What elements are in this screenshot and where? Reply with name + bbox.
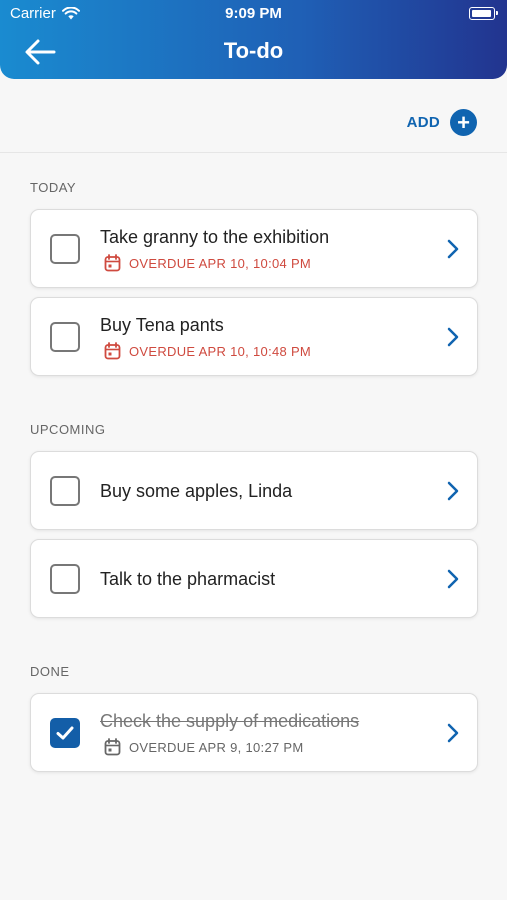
section-title-done: DONE <box>30 664 70 679</box>
task-card[interactable]: Buy Tena pants OVERDUE APR 10, 10:48 PM <box>30 297 478 376</box>
add-button[interactable]: ADD + <box>407 109 477 136</box>
task-title: Check the supply of medications <box>100 711 360 731</box>
task-title: Buy Tena pants <box>100 315 224 335</box>
task-card[interactable]: Take granny to the exhibition OVERDUE AP… <box>30 209 478 288</box>
chevron-right-icon <box>447 327 459 347</box>
task-due: OVERDUE APR 10, 10:04 PM <box>104 254 311 272</box>
battery-icon <box>469 7 498 20</box>
add-bar: ADD + <box>0 80 507 153</box>
task-title: Buy some apples, Linda <box>100 481 293 501</box>
task-title: Take granny to the exhibition <box>100 227 330 247</box>
chevron-right-icon <box>447 481 459 501</box>
calendar-icon <box>104 738 121 756</box>
app-header: Carrier 9:09 PM To-do <box>0 0 507 79</box>
status-time: 9:09 PM <box>225 5 282 22</box>
task-card[interactable]: Check the supply of medications OVERDUE … <box>30 693 478 772</box>
chevron-right-icon <box>447 723 459 743</box>
task-due-text: OVERDUE APR 9, 10:27 PM <box>129 739 304 755</box>
task-due: OVERDUE APR 10, 10:48 PM <box>104 342 311 360</box>
section-title-upcoming: UPCOMING <box>30 422 106 437</box>
task-card[interactable]: Buy some apples, Linda <box>30 451 478 530</box>
task-due-text: OVERDUE APR 10, 10:04 PM <box>129 255 312 271</box>
task-checkbox[interactable] <box>50 564 80 594</box>
add-button-label: ADD <box>406 114 440 131</box>
task-card[interactable]: Talk to the pharmacist <box>30 539 478 618</box>
plus-circle-icon: + <box>450 109 477 136</box>
task-checkbox-checked[interactable] <box>50 718 80 748</box>
checkmark-icon <box>56 726 74 740</box>
status-bar: Carrier 9:09 PM <box>0 4 507 24</box>
page-title: To-do <box>223 38 284 63</box>
task-checkbox[interactable] <box>50 322 80 352</box>
task-checkbox[interactable] <box>50 234 80 264</box>
chevron-right-icon <box>447 239 459 259</box>
task-title: Talk to the pharmacist <box>100 569 276 589</box>
calendar-icon <box>104 342 121 360</box>
section-title-today: TODAY <box>30 180 77 195</box>
task-due: OVERDUE APR 9, 10:27 PM <box>104 738 304 756</box>
calendar-icon <box>104 254 121 272</box>
task-due-text: OVERDUE APR 10, 10:48 PM <box>129 343 312 359</box>
task-checkbox[interactable] <box>50 476 80 506</box>
chevron-right-icon <box>447 569 459 589</box>
